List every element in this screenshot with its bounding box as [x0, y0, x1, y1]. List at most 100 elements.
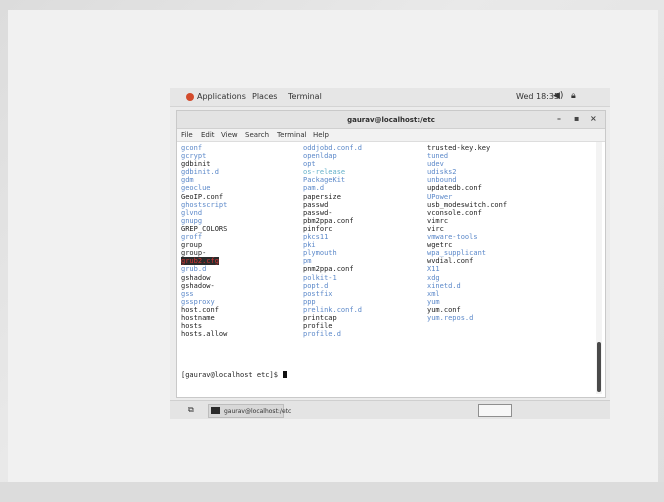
file-entry: pinforc [303, 224, 333, 233]
file-entry: openldap [303, 152, 337, 161]
maximize-button[interactable]: ▪ [574, 114, 579, 123]
file-entry: pnm2ppa.conf [303, 265, 354, 274]
taskbar-terminal-label: gaurav@localhost:/etc [224, 408, 292, 415]
file-entry: udisks2 [427, 168, 457, 177]
file-entry: wvdial.conf [427, 257, 474, 266]
file-entry: unbound [427, 176, 457, 185]
file-entry: X11 [427, 265, 440, 274]
file-entry: pkcs11 [303, 233, 329, 242]
file-entry: group- [181, 249, 207, 258]
places-menu[interactable]: Places [252, 92, 277, 101]
file-entry: pki [303, 241, 316, 250]
file-entry: popt.d [303, 281, 329, 290]
terminal-icon [211, 407, 220, 414]
file-entry: oddjobd.conf.d [303, 144, 363, 152]
terminal-app-menu[interactable]: Terminal [288, 92, 322, 101]
file-entry: os-release [303, 168, 346, 177]
file-entry: GREP_COLORS [181, 224, 228, 233]
shell-prompt: [gaurav@localhost etc]$ [181, 371, 288, 379]
terminal-output[interactable]: gconf gcrypt gdbinit gdbinit.d gdm geoclue Geo… [179, 142, 593, 394]
file-entry: gss [181, 289, 194, 298]
file-entry: pbm2ppa.conf [303, 216, 354, 225]
file-entry: printcap [303, 313, 337, 322]
file-entry: xinetd.d [427, 281, 461, 290]
file-entry: ghostscript [181, 200, 228, 209]
file-entry: gdbinit [181, 160, 211, 169]
show-desktop-icon[interactable]: ⧉ [188, 405, 194, 415]
file-entry: passwd [303, 200, 329, 209]
file-entry: polkit-1 [303, 273, 337, 282]
file-entry: yum.conf [427, 305, 461, 314]
file-entry: tuned [427, 152, 449, 161]
applications-menu[interactable]: Applications [197, 92, 246, 101]
window-titlebar[interactable]: gaurav@localhost:/etc – ▪ × [177, 111, 605, 129]
bottom-panel: ⧉ gaurav@localhost:/etc [170, 400, 610, 419]
file-entry: plymouth [303, 249, 337, 258]
menu-terminal[interactable]: Terminal [277, 131, 307, 139]
menu-file[interactable]: File [181, 131, 193, 139]
file-entry: profile [303, 322, 333, 331]
file-entry: trusted-key.key [427, 144, 491, 152]
file-entry: ppp [303, 297, 316, 306]
file-entry: hosts [181, 322, 203, 331]
file-entry: opt [303, 160, 316, 169]
listing-column-2: oddjobd.conf.d openldap opt os-release Packa… [303, 144, 362, 338]
file-entry: wgetrc [427, 241, 453, 250]
listing-column-3: trusted-key.key tuned udev udisks2 unbound up… [427, 144, 507, 322]
file-entry: pam.d [303, 184, 325, 193]
menu-help[interactable]: Help [313, 131, 329, 139]
file-entry: yum [427, 297, 440, 306]
monitor-screen: Applications Places Terminal Wed 18:35 ◀… [8, 10, 658, 492]
file-entry: glvnd [181, 208, 203, 217]
prompt-text: [gaurav@localhost etc]$ [181, 371, 283, 379]
file-entry: grub2.cfg [181, 257, 219, 266]
desktop: Applications Places Terminal Wed 18:35 ◀… [170, 88, 610, 419]
file-entry: gdbinit.d [181, 168, 219, 177]
file-entry: gnupg [181, 216, 203, 225]
speaker-icon[interactable]: ◀) [553, 91, 563, 101]
file-entry: postfix [303, 289, 333, 298]
file-entry: yum.repos.d [427, 313, 474, 322]
menu-view[interactable]: View [221, 131, 238, 139]
menu-bar: File Edit View Search Terminal Help [177, 129, 605, 142]
file-entry: xml [427, 289, 440, 298]
file-entry: pm [303, 257, 312, 266]
file-entry: xdg [427, 273, 440, 282]
terminal-window: gaurav@localhost:/etc – ▪ × File Edit Vi… [176, 110, 606, 398]
top-panel: Applications Places Terminal Wed 18:35 ◀… [170, 88, 610, 107]
scrollbar[interactable] [596, 142, 602, 394]
file-entry: gssproxy [181, 297, 215, 306]
file-entry: udev [427, 160, 444, 169]
file-entry: groff [181, 233, 203, 242]
workspace-switcher[interactable] [478, 404, 512, 417]
minimize-button[interactable]: – [557, 114, 561, 123]
file-entry: vmware-tools [427, 233, 478, 242]
file-entry: updatedb.conf [427, 184, 482, 193]
file-entry: gconf [181, 144, 203, 152]
file-entry: host.conf [181, 305, 219, 314]
file-entry: prelink.conf.d [303, 305, 363, 314]
file-entry: vimrc [427, 216, 449, 225]
taskbar-terminal-button[interactable]: gaurav@localhost:/etc [208, 404, 291, 418]
file-entry: passwd- [303, 208, 333, 217]
menu-search[interactable]: Search [245, 131, 269, 139]
file-entry: hosts.allow [181, 330, 228, 339]
scroll-thumb[interactable] [597, 342, 601, 392]
text-cursor [283, 371, 288, 378]
file-entry: PackageKit [303, 176, 346, 185]
listing-column-1: gconf gcrypt gdbinit gdbinit.d gdm geoclue Geo… [181, 144, 227, 338]
file-entry: hostname [181, 313, 215, 322]
file-entry: papersize [303, 192, 341, 201]
file-entry: wpa_supplicant [427, 249, 487, 258]
file-entry: usb_modeswitch.conf [427, 200, 508, 209]
file-entry: grub.d [181, 265, 207, 274]
file-entry: group [181, 241, 203, 250]
applications-icon [186, 93, 194, 101]
lock-icon[interactable]: 🔒︎ [571, 91, 576, 101]
close-button[interactable]: × [590, 114, 597, 123]
file-entry: UPower [427, 192, 453, 201]
file-entry: gshadow [181, 273, 211, 282]
menu-edit[interactable]: Edit [201, 131, 215, 139]
file-entry: profile.d [303, 330, 341, 339]
file-entry: vconsole.conf [427, 208, 482, 217]
